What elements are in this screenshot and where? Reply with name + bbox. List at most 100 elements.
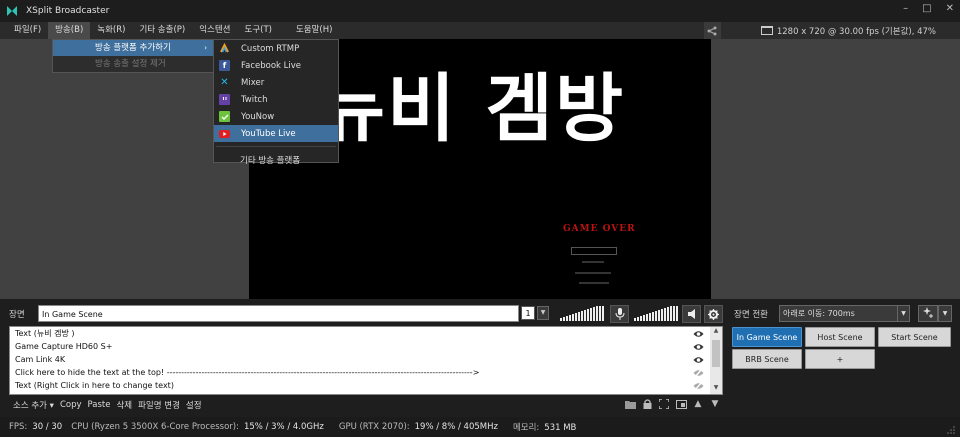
scrollbar-thumb[interactable] [712,340,720,367]
scene-button-brb[interactable]: BRB Scene [732,349,802,369]
paste-button[interactable]: Paste [88,400,111,410]
platform-label: Custom RTMP [241,43,300,54]
source-row[interactable]: Click here to hide the text at the top! … [10,366,722,379]
sources-scrollbar[interactable]: ▲ ▼ [710,327,722,394]
youtube-icon [219,128,230,139]
audio-settings-gear-icon[interactable] [704,305,723,323]
scroll-down-icon[interactable]: ▼ [710,384,722,394]
broadcast-menu: 방송 플랫폼 추가하기 › 방송 송출 설정 제거 [52,39,214,73]
resolution-indicator[interactable]: 1280 x 720 @ 30.00 fps (기본값), 47% [777,25,936,37]
mic-volume-meter[interactable] [560,306,604,321]
stage-area: 뉴비 겜방 GAME OVER [0,39,960,299]
menu-file[interactable]: 파일(F) [7,22,48,39]
source-label: Cam Link 4K [15,355,66,364]
move-down-icon[interactable]: ▼ [709,398,721,410]
younow-icon [219,111,230,122]
remove-output-item[interactable]: 방송 송출 설정 제거 [53,56,213,72]
scene-button-in-game[interactable]: In Game Scene [732,327,802,347]
scene-name-input[interactable]: In Game Scene [38,305,519,322]
scene-number-dropdown[interactable]: ▼ [537,306,549,320]
add-scene-button[interactable]: + [805,349,875,369]
eye-icon[interactable] [693,355,704,363]
scene-effect-button[interactable] [918,305,938,322]
sources-list: Text (뉴비 겜방 ) Game Capture HD60 S+ Cam L… [9,326,723,395]
add-platform-item[interactable]: 방송 플랫폼 추가하기 › [53,40,213,56]
stage-left-padding [0,39,249,299]
custom-rtmp-icon [219,43,230,54]
game-over-line [575,272,611,274]
window-icon[interactable] [675,398,687,410]
platform-label: Facebook Live [241,60,301,71]
copy-button[interactable]: Copy [60,400,82,410]
game-over-line [582,261,604,263]
platform-custom-rtmp[interactable]: Custom RTMP [214,40,338,57]
add-platform-label: 방송 플랫폼 추가하기 [95,43,171,53]
scene-bar: 장면 In Game Scene 1 ▼ 장면 전환 아래로 이동: 700ms… [0,302,960,324]
menu-tools[interactable]: 도구(T) [238,22,279,39]
chevron-down-icon: ▼ [897,306,909,321]
platform-youtube-live[interactable]: YouTube Live [214,125,338,142]
menu-other-output[interactable]: 기타 송출(P) [132,22,192,39]
platform-facebook-live[interactable]: f Facebook Live [214,57,338,74]
transition-label: 장면 전환 [734,310,768,320]
source-row[interactable]: Cam Link 4K [10,353,722,366]
game-over-line [579,282,609,284]
delete-button[interactable]: 삭제 [116,399,132,411]
maximize-button[interactable]: □ [922,3,931,14]
minimize-button[interactable]: – [903,3,908,14]
menu-extensions[interactable]: 익스텐션 [192,22,237,39]
speaker-volume-meter[interactable] [634,306,678,321]
fps-label: FPS: [9,422,28,432]
scene-number[interactable]: 1 [521,306,535,320]
platform-other[interactable]: 기타 방송 플랫폼 [214,151,338,168]
eye-icon[interactable] [693,342,704,350]
stage-right-padding [711,39,960,299]
platform-younow[interactable]: YouNow [214,108,338,125]
close-button[interactable]: ✕ [946,3,954,14]
settings-button[interactable]: 설정 [186,399,202,411]
preview-title-text: 뉴비 겜방 [317,66,626,152]
share-icon[interactable] [703,22,721,39]
window-title: XSplit Broadcaster [26,6,110,16]
resize-grip-icon[interactable] [947,426,955,434]
submenu-arrow-icon: › [204,44,207,52]
source-row[interactable]: Game Capture HD60 S+ [10,340,722,353]
eye-icon[interactable] [693,329,704,337]
menu-help[interactable]: 도움말(H) [289,22,339,39]
scene-button-host[interactable]: Host Scene [805,327,875,347]
platform-submenu: Custom RTMP f Facebook Live ✕ Mixer Twit… [213,39,339,166]
menu-bar: 파일(F) 방송(B) 녹화(R) 기타 송출(P) 익스텐션 도구(T) 도움… [0,22,960,39]
platform-label: Twitch [241,94,268,105]
rename-button[interactable]: 파일명 변경 [138,399,180,411]
scroll-up-icon[interactable]: ▲ [710,327,722,337]
scene-button-start[interactable]: Start Scene [878,327,951,347]
eye-hidden-icon[interactable] [693,381,704,391]
platform-label: Mixer [241,77,265,88]
add-source-button[interactable]: 소스 추가 ▾ [13,399,54,411]
title-bar: XSplit Broadcaster – □ ✕ [0,0,960,22]
move-up-icon[interactable]: ▲ [692,398,704,410]
fullscreen-icon[interactable] [658,398,670,410]
source-row[interactable]: Text (Right Click in here to change text… [10,379,722,392]
platform-label: YouNow [241,111,275,122]
eye-hidden-icon[interactable] [693,368,704,378]
scene-effect-dropdown[interactable]: ▼ [938,305,952,322]
platform-label: YouTube Live [241,128,296,139]
memory-label: 메모리: [512,423,540,433]
source-row[interactable]: Text (뉴비 겜방 ) [10,327,722,340]
menu-broadcast[interactable]: 방송(B) [48,22,91,39]
mixer-icon: ✕ [220,77,229,88]
fps-value: 30 / 30 [32,422,63,432]
monitor-icon[interactable] [760,26,773,35]
speaker-icon[interactable] [682,305,701,323]
folder-icon[interactable] [624,398,636,410]
menu-record[interactable]: 녹화(R) [90,22,132,39]
transition-select[interactable]: 아래로 이동: 700ms ▼ [779,305,910,322]
fps-status: FPS: 30 / 30 [9,422,62,432]
platform-twitch[interactable]: Twitch [214,91,338,108]
platform-mixer[interactable]: ✕ Mixer [214,74,338,91]
lock-icon[interactable] [641,398,653,410]
microphone-icon[interactable] [610,305,629,323]
game-over-text: GAME OVER [563,224,636,234]
memory-status: 메모리: 531 MB [513,421,576,433]
